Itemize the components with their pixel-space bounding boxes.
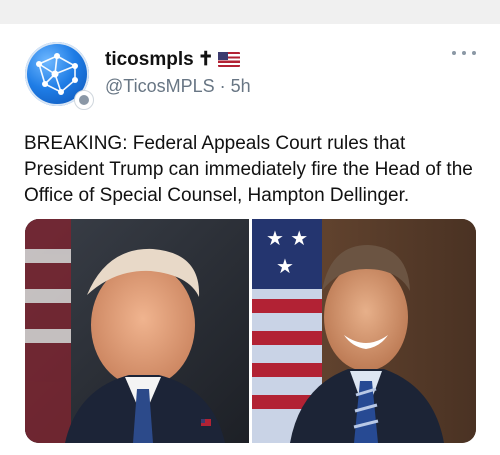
author-meta: @TicosMPLS · 5h [105,76,251,97]
portrait-right-image: ★ ★ ★ [252,219,476,443]
author-handle[interactable]: @TicosMPLS [105,76,215,96]
author-display-name: ticosmpls [105,48,194,70]
media-photo-left[interactable] [25,219,249,443]
cross-icon: ✝ [197,49,214,70]
portrait-left-image [25,219,249,443]
post-text: BREAKING: Federal Appeals Court rules th… [24,133,473,206]
post-time[interactable]: 5h [231,76,251,96]
post-media[interactable]: ★ ★ ★ [25,219,476,443]
author-name-row[interactable]: ticosmpls ✝ [105,48,240,71]
top-separator-strip [0,0,500,24]
svg-text:★: ★ [276,254,294,278]
post-card[interactable]: ticosmpls ✝ @TicosMPLS · 5h BREAKING: Fe… [0,24,500,455]
meta-separator: · [219,76,226,96]
more-options-icon[interactable] [452,48,476,58]
media-photo-right[interactable]: ★ ★ ★ [252,219,476,443]
government-badge-icon [74,90,94,110]
svg-text:★ ★: ★ ★ [266,226,308,250]
us-flag-icon [217,52,240,67]
